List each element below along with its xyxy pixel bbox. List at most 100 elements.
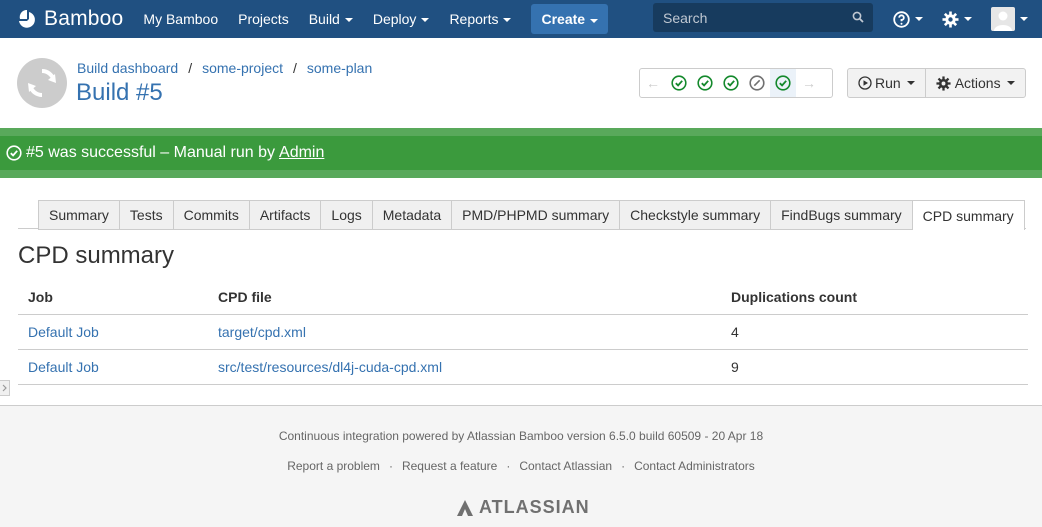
build-result-tabs: Summary Tests Commits Artifacts Logs Met… bbox=[38, 200, 1025, 230]
tab-tests[interactable]: Tests bbox=[119, 200, 174, 229]
success-check-icon bbox=[671, 75, 687, 91]
admin-menu[interactable] bbox=[942, 0, 972, 38]
triggering-user-link[interactable]: Admin bbox=[279, 144, 324, 162]
history-build-success[interactable] bbox=[718, 69, 744, 97]
status-banner-bottom-stripe bbox=[0, 170, 1042, 178]
actions-button-label: Actions bbox=[954, 75, 1001, 91]
breadcrumb-project[interactable]: some-project bbox=[202, 60, 283, 76]
plan-actions-toolbar: Run Actions bbox=[847, 68, 1026, 98]
app-name: Bamboo bbox=[44, 7, 124, 30]
nav-deploy[interactable]: Deploy bbox=[363, 0, 440, 38]
search-input[interactable] bbox=[663, 9, 843, 26]
user-menu[interactable] bbox=[991, 0, 1028, 38]
create-button[interactable]: Create bbox=[531, 4, 609, 34]
atlassian-logo[interactable]: ATLASSIAN bbox=[456, 497, 590, 518]
tab-findbugs-summary[interactable]: FindBugs summary bbox=[771, 200, 913, 229]
job-cell: Default Job bbox=[18, 314, 208, 350]
column-header-job: Job bbox=[18, 280, 208, 315]
cpd-file-link[interactable]: src/test/resources/dl4j-cuda-cpd.xml bbox=[218, 359, 442, 375]
tab-cpd-summary[interactable]: CPD summary bbox=[912, 200, 1025, 230]
tab-artifacts[interactable]: Artifacts bbox=[249, 200, 322, 229]
bamboo-logo-icon bbox=[19, 9, 35, 28]
build-status-icon bbox=[17, 58, 67, 108]
footer-separator: · bbox=[506, 459, 511, 473]
status-banner-top-stripe bbox=[0, 128, 1042, 136]
nav-reports-label: Reports bbox=[449, 11, 499, 27]
chevron-down-icon bbox=[590, 18, 599, 23]
contact-atlassian-link[interactable]: Contact Atlassian bbox=[519, 459, 612, 473]
page-title: Build #5 bbox=[76, 79, 163, 106]
not-built-icon bbox=[749, 75, 765, 91]
nav-reports[interactable]: Reports bbox=[439, 0, 521, 38]
search-icon[interactable] bbox=[852, 11, 864, 23]
success-check-icon bbox=[697, 75, 713, 91]
duplications-count-cell: 9 bbox=[721, 349, 1028, 385]
tab-commits[interactable]: Commits bbox=[173, 200, 250, 229]
footer-separator: · bbox=[388, 459, 393, 473]
job-link[interactable]: Default Job bbox=[28, 324, 99, 340]
request-feature-link[interactable]: Request a feature bbox=[402, 459, 497, 473]
nav-deploy-label: Deploy bbox=[372, 11, 417, 27]
contact-administrators-link[interactable]: Contact Administrators bbox=[634, 459, 755, 473]
build-status-text: #5 was successful – Manual run by bbox=[26, 144, 276, 161]
job-link[interactable]: Default Job bbox=[28, 359, 99, 375]
history-build-success[interactable] bbox=[692, 69, 718, 97]
tab-summary[interactable]: Summary bbox=[38, 200, 120, 229]
tab-pmd-summary[interactable]: PMD/PHPMD summary bbox=[452, 200, 621, 229]
nav-my-bamboo-label: My Bamboo bbox=[143, 11, 219, 27]
duplications-count-cell: 4 bbox=[721, 314, 1028, 350]
breadcrumb-plan[interactable]: some-plan bbox=[307, 60, 372, 76]
help-menu[interactable] bbox=[893, 0, 923, 38]
chevron-down-icon bbox=[1006, 81, 1015, 85]
success-check-icon bbox=[6, 145, 22, 161]
run-button[interactable]: Run bbox=[848, 69, 925, 97]
chevron-down-icon bbox=[344, 17, 353, 22]
build-result-content: Summary Tests Commits Artifacts Logs Met… bbox=[0, 178, 1042, 406]
success-check-icon bbox=[723, 75, 739, 91]
create-button-label: Create bbox=[541, 11, 586, 27]
build-status-banner: #5 was successful – Manual run by Admin bbox=[0, 136, 1042, 170]
next-build-arrow-icon[interactable]: → bbox=[796, 75, 822, 91]
tab-checkstyle-summary[interactable]: Checkstyle summary bbox=[620, 200, 772, 229]
chevron-down-icon bbox=[1020, 17, 1028, 21]
previous-build-arrow-icon[interactable]: ← bbox=[640, 75, 666, 91]
actions-button[interactable]: Actions bbox=[924, 69, 1025, 97]
nav-my-bamboo[interactable]: My Bamboo bbox=[133, 0, 228, 38]
table-header-row: Job CPD file Duplications count bbox=[18, 280, 1028, 315]
chevron-down-icon bbox=[503, 17, 512, 22]
sidebar-expand-handle[interactable] bbox=[0, 380, 10, 396]
refresh-icon bbox=[28, 68, 56, 98]
gear-icon bbox=[942, 11, 959, 27]
tab-metadata[interactable]: Metadata bbox=[372, 200, 453, 229]
history-build-current[interactable] bbox=[770, 69, 796, 97]
atlassian-logo-icon bbox=[457, 499, 473, 516]
search-box bbox=[653, 3, 873, 32]
gear-icon bbox=[936, 75, 951, 91]
help-icon bbox=[893, 10, 910, 28]
tab-logs[interactable]: Logs bbox=[321, 200, 373, 229]
section-title: CPD summary bbox=[18, 242, 175, 269]
nav-build-label: Build bbox=[308, 11, 340, 27]
footer-separator: · bbox=[621, 459, 626, 473]
report-problem-link[interactable]: Report a problem bbox=[287, 459, 380, 473]
nav-projects[interactable]: Projects bbox=[228, 0, 299, 38]
page-header: Build dashboard / some-project / some-pl… bbox=[0, 38, 1042, 128]
footer-powered-by: Continuous integration powered by Atlass… bbox=[278, 429, 764, 443]
history-build-not-built[interactable] bbox=[744, 69, 770, 97]
history-build-success[interactable] bbox=[666, 69, 692, 97]
cpd-file-cell: target/cpd.xml bbox=[208, 314, 721, 350]
breadcrumb-separator: / bbox=[293, 60, 297, 76]
top-navigation-bar: Bamboo My Bamboo Projects Build Deploy R… bbox=[0, 0, 1042, 38]
bamboo-logo[interactable]: Bamboo bbox=[16, 7, 123, 31]
success-check-icon bbox=[775, 75, 791, 91]
table-row: Default Job target/cpd.xml 4 bbox=[18, 314, 1028, 350]
avatar bbox=[991, 7, 1015, 31]
cpd-file-link[interactable]: target/cpd.xml bbox=[218, 324, 306, 340]
column-header-duplications-count: Duplications count bbox=[721, 280, 1028, 315]
chevron-down-icon bbox=[421, 17, 430, 22]
breadcrumb-build-dashboard[interactable]: Build dashboard bbox=[77, 60, 178, 76]
nav-build[interactable]: Build bbox=[299, 0, 363, 38]
breadcrumb: Build dashboard / some-project / some-pl… bbox=[77, 60, 372, 76]
chevron-down-icon bbox=[906, 81, 915, 85]
play-icon bbox=[858, 76, 872, 90]
